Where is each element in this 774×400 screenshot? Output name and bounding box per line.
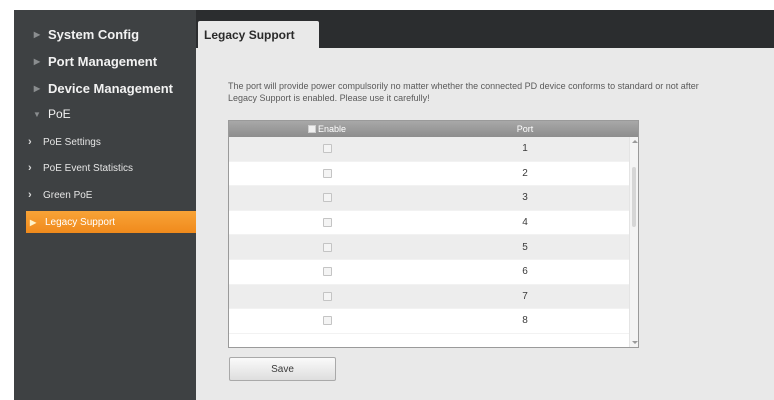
sidebar-item-label: Port Management bbox=[48, 53, 158, 69]
table-scrollbar[interactable] bbox=[629, 137, 638, 347]
sidebar-item-poe[interactable]: ▼ PoE bbox=[14, 102, 196, 126]
enable-checkbox[interactable] bbox=[322, 291, 332, 301]
triangle-right-icon: ▶ bbox=[30, 217, 37, 227]
enable-checkbox[interactable] bbox=[322, 168, 332, 178]
port-cell: 7 bbox=[522, 290, 528, 302]
enable-checkbox[interactable] bbox=[322, 242, 332, 252]
port-cell: 3 bbox=[522, 192, 528, 204]
enable-cell bbox=[229, 144, 425, 154]
enable-cell bbox=[229, 267, 425, 277]
sidebar-item-device-management[interactable]: ▶ Device Management bbox=[14, 76, 196, 100]
table-row: 7 bbox=[229, 284, 629, 310]
sidebar-item-port-management[interactable]: ▶ Port Management bbox=[14, 49, 196, 73]
sidebar: ▶ System Config ▶ Port Management ▶ Devi… bbox=[14, 10, 196, 400]
save-button[interactable]: Save bbox=[229, 357, 336, 381]
chevron-right-icon: › bbox=[28, 189, 32, 201]
enable-cell bbox=[229, 168, 425, 178]
enable-checkbox[interactable] bbox=[322, 218, 332, 228]
triangle-down-icon: ▼ bbox=[33, 109, 41, 119]
table-row: 2 bbox=[229, 161, 629, 187]
sidebar-subitem-label: PoE Settings bbox=[43, 136, 101, 148]
sidebar-item-label: Device Management bbox=[48, 80, 173, 96]
header-port: Port bbox=[516, 124, 534, 134]
enable-cell bbox=[229, 291, 425, 301]
sidebar-item-system-config[interactable]: ▶ System Config bbox=[14, 22, 196, 46]
table-row: 6 bbox=[229, 259, 629, 285]
warning-notice: The port will provide power compulsorily… bbox=[228, 81, 699, 103]
sidebar-item-legacy-support[interactable]: ▶ Legacy Support bbox=[26, 211, 196, 233]
tab-bar: Legacy Support bbox=[196, 10, 774, 48]
sidebar-subitem-label: Green PoE bbox=[43, 189, 93, 201]
chevron-right-icon: › bbox=[28, 162, 32, 174]
sidebar-item-poe-settings[interactable]: › PoE Settings bbox=[14, 131, 196, 153]
table-row: 5 bbox=[229, 235, 629, 260]
scrollbar-thumb[interactable] bbox=[632, 167, 636, 227]
triangle-right-icon: ▶ bbox=[33, 29, 41, 39]
main-panel: Legacy Support The port will provide pow… bbox=[196, 10, 774, 400]
app-frame: ▶ System Config ▶ Port Management ▶ Devi… bbox=[14, 10, 774, 400]
enable-cell bbox=[229, 218, 425, 228]
scroll-up-arrow-icon[interactable] bbox=[632, 140, 638, 143]
select-all-checkbox[interactable] bbox=[307, 125, 316, 133]
sidebar-item-label: PoE bbox=[48, 107, 71, 121]
enable-checkbox[interactable] bbox=[322, 267, 332, 277]
port-cell: 4 bbox=[522, 217, 528, 229]
sidebar-subitem-label: Legacy Support bbox=[45, 216, 116, 228]
header-enable: Enable bbox=[229, 124, 425, 134]
port-cell: 1 bbox=[522, 143, 528, 155]
table-header: Enable Port bbox=[229, 121, 638, 137]
port-cell: 6 bbox=[522, 266, 528, 278]
chevron-right-icon: › bbox=[28, 136, 32, 148]
triangle-right-icon: ▶ bbox=[33, 56, 41, 66]
enable-checkbox[interactable] bbox=[322, 316, 332, 326]
table-row: 4 bbox=[229, 210, 629, 236]
enable-cell bbox=[229, 193, 425, 203]
port-cell: 2 bbox=[522, 167, 528, 179]
triangle-right-icon: ▶ bbox=[33, 83, 41, 93]
enable-cell bbox=[229, 242, 425, 252]
port-cell: 8 bbox=[522, 315, 528, 327]
enable-checkbox[interactable] bbox=[322, 144, 332, 154]
sidebar-item-poe-event-statistics[interactable]: › PoE Event Statistics bbox=[14, 157, 196, 179]
sidebar-item-green-poe[interactable]: › Green PoE bbox=[14, 184, 196, 206]
tab-legacy-support[interactable]: Legacy Support bbox=[198, 21, 319, 48]
table-row: 3 bbox=[229, 186, 629, 211]
table-body: 1 2 3 4 5 6 7 8 bbox=[229, 137, 629, 347]
sidebar-subitem-label: PoE Event Statistics bbox=[43, 162, 134, 174]
port-cell: 5 bbox=[522, 241, 528, 253]
sidebar-item-label: System Config bbox=[48, 26, 140, 42]
enable-cell bbox=[229, 316, 425, 326]
enable-checkbox[interactable] bbox=[322, 193, 332, 203]
table-row: 1 bbox=[229, 137, 629, 162]
header-enable-label: Enable bbox=[317, 124, 347, 134]
scroll-down-arrow-icon[interactable] bbox=[632, 341, 638, 344]
legacy-support-table: Enable Port 1 2 3 4 5 6 7 8 bbox=[228, 120, 639, 348]
table-row: 8 bbox=[229, 309, 629, 334]
